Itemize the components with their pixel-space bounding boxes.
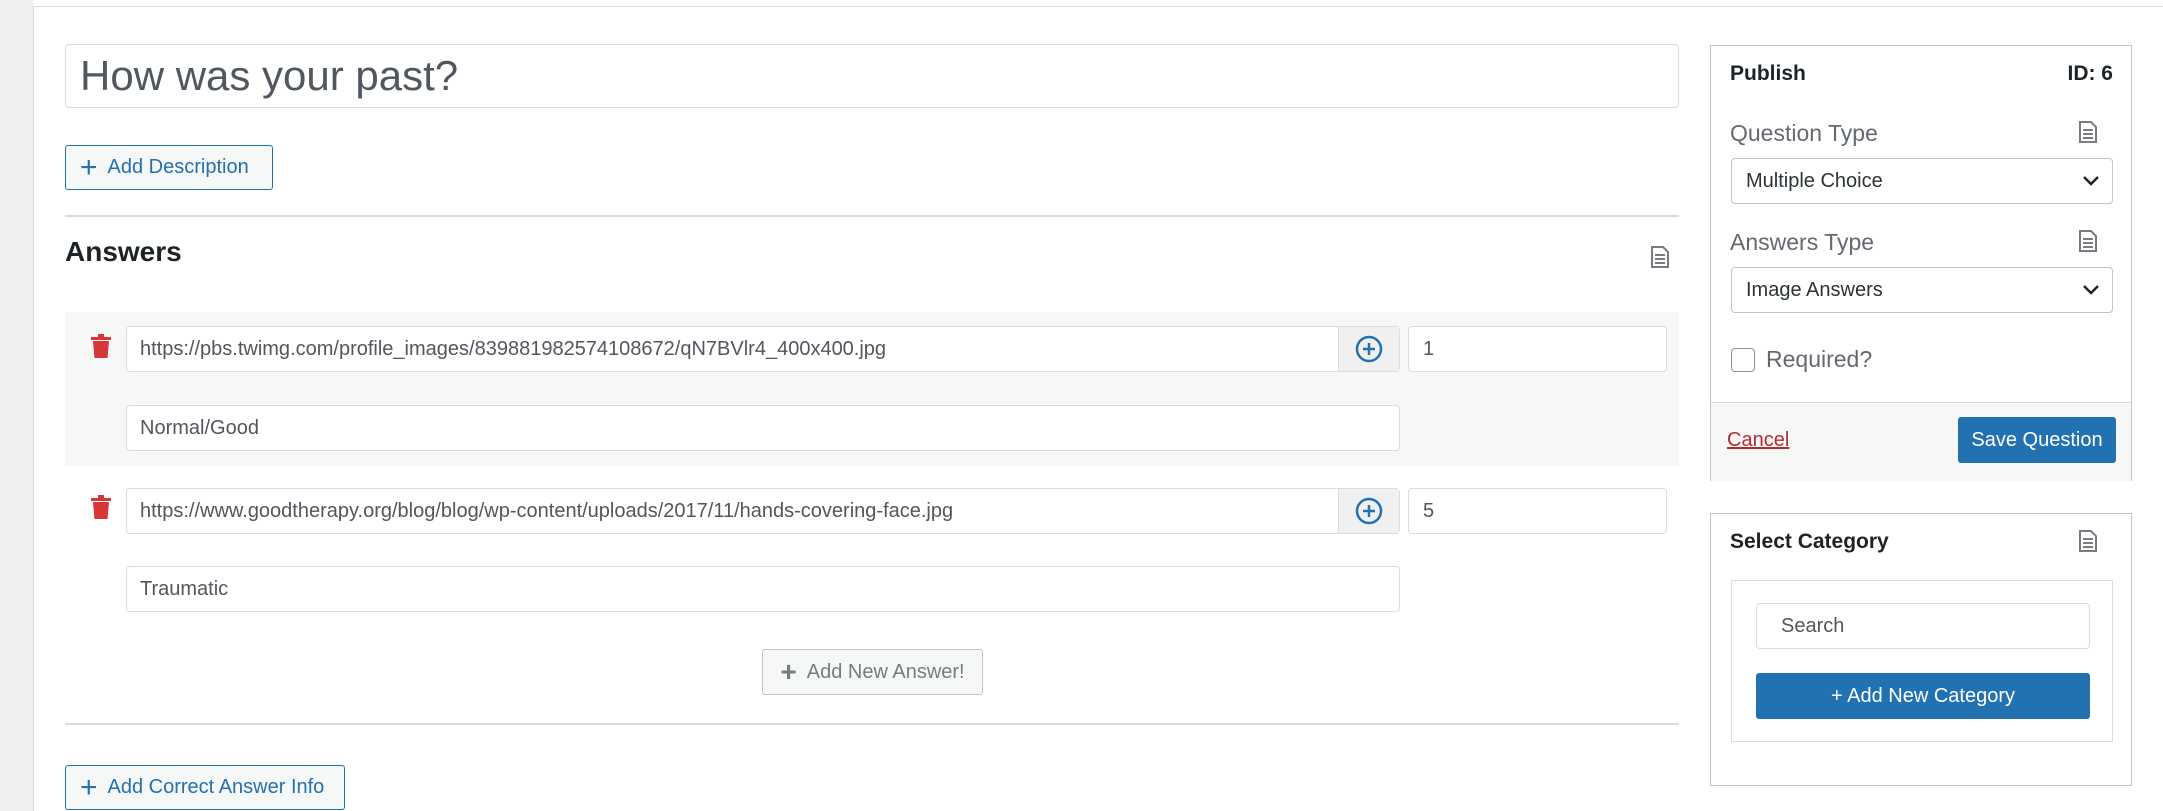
document-icon[interactable]	[1651, 246, 1669, 268]
question-type-value: Multiple Choice	[1746, 170, 1883, 192]
publish-title: Publish	[1730, 62, 1806, 85]
trash-icon[interactable]	[91, 334, 111, 358]
plus-icon: +	[780, 656, 797, 687]
document-icon[interactable]	[2079, 230, 2097, 252]
answers-type-select[interactable]: Image Answers	[1731, 267, 2113, 313]
answer-image-url-field[interactable]: https://pbs.twimg.com/profile_images/839…	[126, 326, 1400, 372]
answer-image-url-field[interactable]: https://www.goodtherapy.org/blog/blog/wp…	[126, 488, 1400, 534]
trash-icon[interactable]	[91, 495, 111, 519]
plus-circle-icon	[1355, 497, 1383, 525]
question-title-input[interactable]: How was your past?	[65, 44, 1679, 108]
document-icon[interactable]	[2079, 530, 2097, 552]
add-image-button[interactable]	[1338, 489, 1399, 533]
add-description-label: Add Description	[107, 156, 249, 178]
required-checkbox[interactable]	[1731, 348, 1755, 372]
plus-circle-icon	[1355, 335, 1383, 363]
divider	[65, 723, 1679, 725]
add-new-answer-label: Add New Answer!	[806, 660, 965, 683]
plus-icon: +	[80, 770, 98, 804]
chevron-down-icon	[2083, 176, 2099, 186]
category-panel: Select Category Search + Add New Categor…	[1710, 513, 2132, 786]
add-new-answer-button[interactable]: + Add New Answer!	[762, 649, 983, 695]
question-type-select[interactable]: Multiple Choice	[1731, 158, 2113, 204]
save-question-button[interactable]: Save Question	[1958, 417, 2116, 463]
answers-type-label: Answers Type	[1730, 229, 1875, 255]
answer-text-input[interactable]: Normal/Good	[126, 405, 1400, 451]
add-new-category-button[interactable]: + Add New Category	[1756, 673, 2090, 719]
category-search-input[interactable]: Search	[1756, 603, 2090, 649]
add-correct-answer-info-button[interactable]: + Add Correct Answer Info	[65, 765, 345, 810]
divider	[65, 215, 1679, 217]
question-type-label: Question Type	[1730, 120, 1878, 146]
required-label: Required?	[1766, 346, 1873, 372]
category-title: Select Category	[1730, 530, 1889, 553]
add-description-button[interactable]: + Add Description	[65, 145, 273, 190]
chevron-down-icon	[2083, 285, 2099, 295]
answer-text-input[interactable]: Traumatic	[126, 566, 1400, 612]
answer-image-url[interactable]: https://pbs.twimg.com/profile_images/839…	[127, 327, 1338, 371]
answer-points-input[interactable]: 5	[1408, 488, 1667, 534]
document-icon[interactable]	[2079, 121, 2097, 143]
answer-image-url[interactable]: https://www.goodtherapy.org/blog/blog/wp…	[127, 489, 1338, 533]
answer-points-input[interactable]: 1	[1408, 326, 1667, 372]
cancel-link[interactable]: Cancel	[1727, 429, 1789, 452]
answers-heading: Answers	[65, 236, 182, 267]
plus-icon: +	[80, 150, 98, 184]
publish-footer: Cancel Save Question	[1711, 402, 2131, 481]
question-id: ID: 6	[2067, 62, 2113, 85]
answers-type-value: Image Answers	[1746, 279, 1883, 301]
publish-panel: Publish ID: 6 Question Type Multiple Cho…	[1710, 45, 2132, 481]
top-border	[33, 0, 2163, 7]
add-correct-answer-info-label: Add Correct Answer Info	[107, 776, 325, 798]
category-box: Search + Add New Category	[1731, 580, 2113, 742]
add-image-button[interactable]	[1338, 327, 1399, 371]
